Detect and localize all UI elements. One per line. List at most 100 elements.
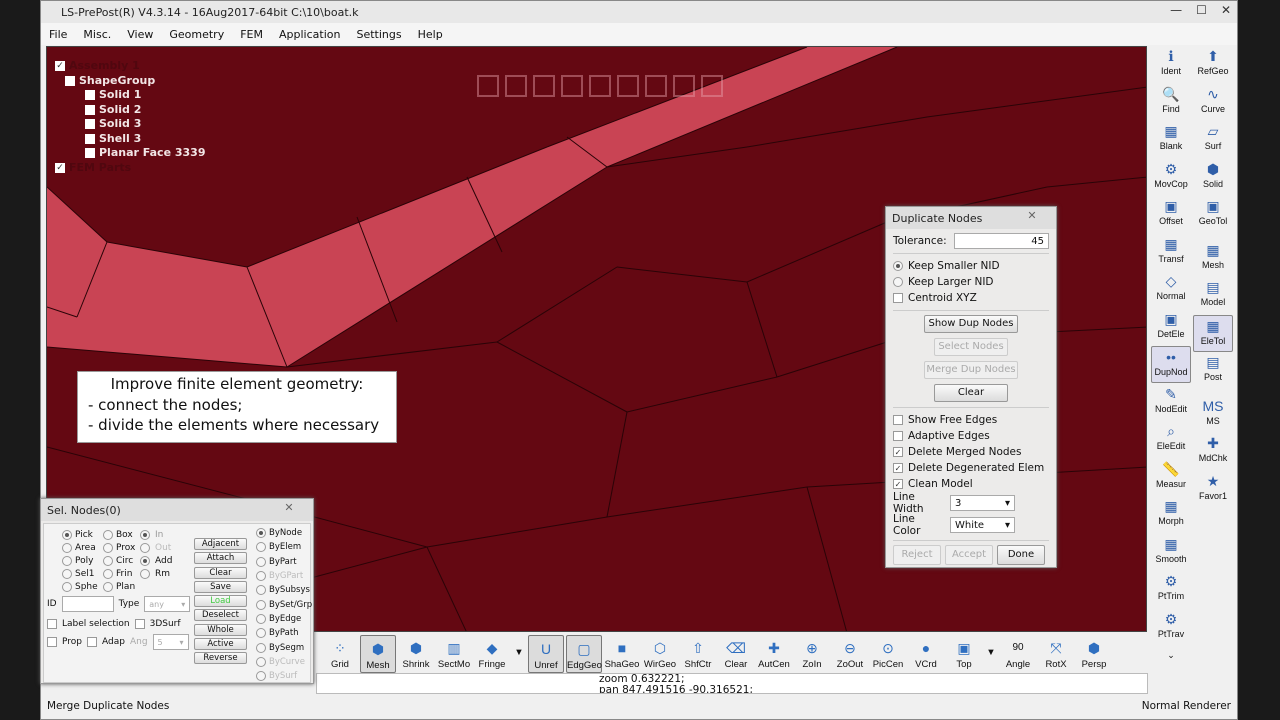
select-bysurf-radio[interactable]: BySurf bbox=[256, 669, 312, 683]
clean-model-checkbox[interactable]: ✓ Clean Model bbox=[893, 476, 1049, 492]
tool-shfctr[interactable]: ⇧ ShfCtr bbox=[680, 635, 716, 673]
in-radio[interactable]: In bbox=[140, 528, 172, 541]
tool-blank[interactable]: ▦ Blank bbox=[1151, 121, 1191, 158]
select-bysegm-radio[interactable]: BySegm bbox=[256, 640, 312, 654]
menu-file[interactable]: File bbox=[41, 28, 75, 41]
checkbox-icon[interactable] bbox=[85, 119, 95, 130]
select-bynode-radio[interactable]: ByNode bbox=[256, 526, 312, 540]
more-tools-icon[interactable]: ⌄ bbox=[1151, 650, 1191, 687]
select-bycurve-radio[interactable]: ByCurve bbox=[256, 655, 312, 669]
tool-ident[interactable]: ℹ Ident bbox=[1151, 46, 1191, 83]
close-button[interactable]: ✕ bbox=[1221, 3, 1231, 17]
delete-merged-checkbox[interactable]: ✓ Delete Merged Nodes bbox=[893, 444, 1049, 460]
tool-pttrav[interactable]: ⚙ PtTrav bbox=[1151, 609, 1191, 646]
tree-item[interactable]: ShapeGroup bbox=[55, 74, 205, 89]
tool-ms[interactable]: MS MS bbox=[1193, 396, 1233, 433]
tree-item[interactable]: Solid 2 bbox=[55, 103, 205, 118]
adaptive-edges-checkbox[interactable]: Adaptive Edges bbox=[893, 428, 1049, 444]
tool-zoout[interactable]: ⊖ ZoOut bbox=[832, 635, 868, 673]
keep-larger-radio[interactable]: Keep Larger NID bbox=[893, 274, 1049, 290]
show-free-edges-checkbox[interactable]: Show Free Edges bbox=[893, 412, 1049, 428]
tool-favor1[interactable]: ★ Favor1 bbox=[1193, 471, 1233, 508]
tree-item[interactable]: Solid 3 bbox=[55, 117, 205, 132]
menu-application[interactable]: Application bbox=[271, 28, 348, 41]
tool-solid[interactable]: ⬢ Solid bbox=[1193, 159, 1233, 196]
select-nodes-button[interactable]: Select Nodes bbox=[934, 338, 1008, 356]
type-select[interactable]: any ▾ bbox=[144, 596, 191, 612]
tool-detele[interactable]: ▣ DetEle bbox=[1151, 309, 1191, 346]
tool-wirgeo[interactable]: ⬡ WirGeo bbox=[642, 635, 678, 673]
tool-edggeo[interactable]: ▢ EdgGeo bbox=[566, 635, 602, 673]
add-radio[interactable]: Add bbox=[140, 554, 172, 567]
command-output[interactable]: zoom 0.632221; pan 847.491516 -90.316521… bbox=[316, 673, 1148, 694]
tool-refgeo[interactable]: ⬆ RefGeo bbox=[1193, 46, 1233, 83]
sel-reverse-button[interactable]: Reverse bbox=[194, 652, 247, 665]
tool-pttrim[interactable]: ⚙ PtTrim bbox=[1151, 571, 1191, 608]
checkbox-icon[interactable] bbox=[85, 90, 95, 101]
tool-shrink[interactable]: ⬢ Shrink bbox=[398, 635, 434, 673]
tool-mesh[interactable]: ▦ Mesh bbox=[1193, 240, 1233, 277]
tool-vcrd[interactable]: ● VCrd bbox=[908, 635, 944, 673]
tool-find[interactable]: 🔍 Find bbox=[1151, 84, 1191, 121]
sel-clear-button[interactable]: Clear bbox=[194, 566, 247, 579]
tool-eleedit[interactable]: ⌕ EleEdit bbox=[1151, 421, 1191, 458]
menu-settings[interactable]: Settings bbox=[348, 28, 409, 41]
tool-persp[interactable]: ⬢ Persp bbox=[1076, 635, 1112, 673]
dropdown-arrow-icon[interactable]: ▼ bbox=[512, 635, 526, 673]
tool-post[interactable]: ▤ Post bbox=[1193, 352, 1233, 389]
sel-deselect-button[interactable]: Deselect bbox=[194, 609, 247, 622]
delete-degenerated-checkbox[interactable]: ✓ Delete Degenerated Elem bbox=[893, 460, 1049, 476]
sel-load-button[interactable]: Load bbox=[194, 595, 247, 608]
ang-select[interactable]: 5 ▾ bbox=[152, 634, 189, 650]
mode-plan[interactable]: Plan bbox=[103, 579, 139, 595]
menu-fem[interactable]: FEM bbox=[232, 28, 271, 41]
label-selection-checkbox[interactable] bbox=[47, 619, 57, 629]
rm-radio[interactable]: Rm bbox=[140, 567, 172, 580]
checkbox-icon[interactable] bbox=[85, 133, 95, 144]
tool-grid[interactable]: ⁘ Grid bbox=[322, 635, 358, 673]
tool-angle[interactable]: 90 Angle bbox=[1000, 635, 1036, 673]
line-width-select[interactable]: 3 ▾ bbox=[950, 495, 1015, 511]
menu-geometry[interactable]: Geometry bbox=[161, 28, 232, 41]
minimize-button[interactable]: — bbox=[1170, 3, 1182, 17]
select-bypath-radio[interactable]: ByPath bbox=[256, 626, 312, 640]
tool-piccen[interactable]: ⊙ PicCen bbox=[870, 635, 906, 673]
out-radio[interactable]: Out bbox=[140, 541, 172, 554]
check-icon[interactable]: ✓ bbox=[55, 61, 65, 72]
tool-curve[interactable]: ∿ Curve bbox=[1193, 84, 1233, 121]
merge-dup-nodes-button[interactable]: Merge Dup Nodes bbox=[924, 361, 1018, 379]
tree-item[interactable]: ✓ Assembly 1 bbox=[55, 59, 205, 74]
tool-sectmo[interactable]: ▥ SectMo bbox=[436, 635, 472, 673]
tree-item[interactable]: ✓ FEM Parts bbox=[55, 161, 205, 176]
done-button[interactable]: Done bbox=[997, 545, 1045, 565]
checkbox-icon[interactable] bbox=[85, 104, 95, 115]
select-bysubsys-radio[interactable]: BySubsys bbox=[256, 583, 312, 597]
tool-measur[interactable]: 📏 Measur bbox=[1151, 459, 1191, 496]
tool-morph[interactable]: ▦ Morph bbox=[1151, 496, 1191, 533]
tree-item[interactable]: Solid 1 bbox=[55, 88, 205, 103]
select-bysetgrp-radio[interactable]: BySet/Grp bbox=[256, 597, 312, 611]
tool-fringe[interactable]: ◆ Fringe bbox=[474, 635, 510, 673]
keep-smaller-radio[interactable]: Keep Smaller NID bbox=[893, 258, 1049, 274]
sel-attach-button[interactable]: Attach bbox=[194, 552, 247, 565]
reject-button[interactable]: Reject bbox=[893, 545, 941, 565]
accept-button[interactable]: Accept bbox=[945, 545, 993, 565]
tool-unref[interactable]: U Unref bbox=[528, 635, 564, 673]
check-icon[interactable]: ✓ bbox=[55, 162, 65, 173]
tool-eletol[interactable]: ▦ EleTol bbox=[1193, 314, 1233, 352]
prop-checkbox[interactable] bbox=[47, 637, 57, 647]
dropdown-arrow-icon[interactable]: ▼ bbox=[984, 635, 998, 673]
show-dup-nodes-button[interactable]: Show Dup Nodes bbox=[924, 315, 1018, 333]
line-color-select[interactable]: White ▾ bbox=[950, 517, 1015, 533]
tree-item[interactable]: Shell 3 bbox=[55, 132, 205, 147]
tool-nodedit[interactable]: ✎ NodEdit bbox=[1151, 384, 1191, 421]
mode-sphe[interactable]: Sphe bbox=[62, 579, 98, 595]
tool-shageo[interactable]: ■ ShaGeo bbox=[604, 635, 640, 673]
menu-view[interactable]: View bbox=[119, 28, 161, 41]
adap-checkbox[interactable] bbox=[87, 637, 97, 647]
tool-clear[interactable]: ⌫ Clear bbox=[718, 635, 754, 673]
tool-transf[interactable]: ▦ Transf bbox=[1151, 234, 1191, 271]
select-byelem-radio[interactable]: ByElem bbox=[256, 540, 312, 554]
tool-mesh[interactable]: ⬢ Mesh bbox=[360, 635, 396, 673]
sel-whole-button[interactable]: Whole bbox=[194, 623, 247, 636]
